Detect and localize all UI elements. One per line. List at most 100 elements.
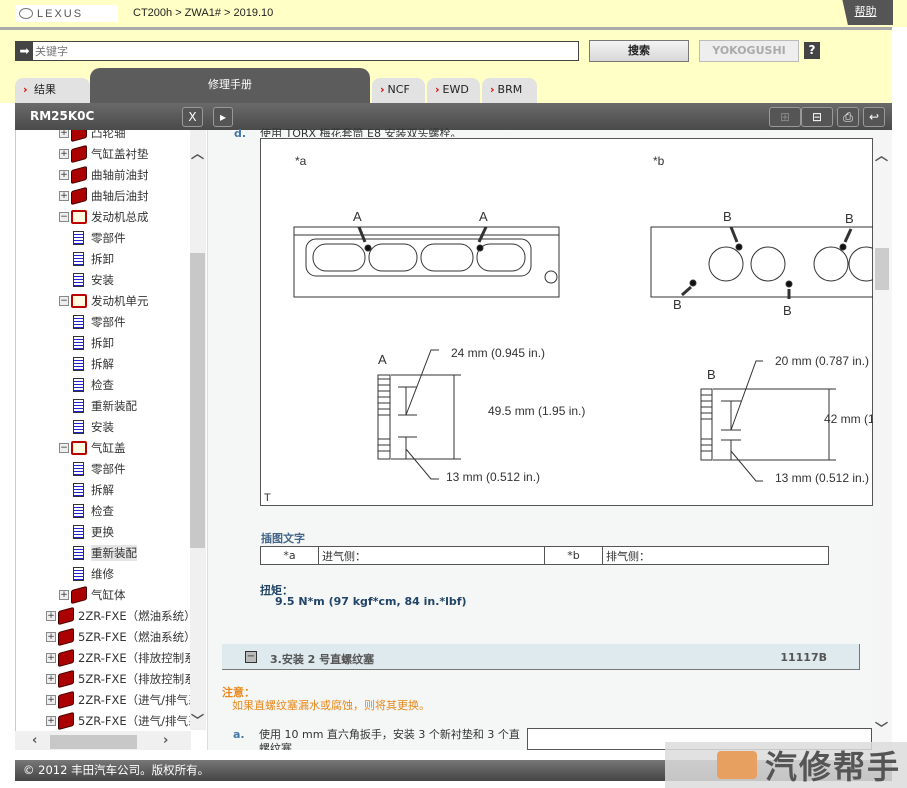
tab-results[interactable]: › 结果 — [15, 78, 90, 103]
document-icon — [73, 252, 84, 266]
tree-item[interactable]: 重新装配 — [71, 543, 137, 563]
return-icon: ↩ — [868, 110, 880, 124]
tree-item[interactable]: +2ZR-FXE（燃油系统） — [46, 606, 196, 626]
document-icon — [73, 483, 84, 497]
search-button[interactable]: 搜索 — [589, 40, 689, 62]
tree-item[interactable]: 安装 — [71, 417, 114, 437]
document-icon — [73, 462, 84, 476]
expand-icon[interactable]: + — [46, 611, 56, 621]
expand-icon[interactable]: + — [59, 149, 69, 159]
book-icon — [71, 144, 87, 164]
tree-item[interactable]: 零部件 — [71, 312, 126, 332]
intake-side-head — [293, 226, 560, 298]
chevron-down-icon[interactable]: ﹀ — [191, 710, 204, 729]
tree-item[interactable]: − 发动机总成 — [59, 207, 149, 227]
document-icon — [73, 336, 84, 350]
b-bottom-dimension: 13 mm (0.512 in.) — [775, 471, 869, 485]
book-icon — [58, 711, 74, 731]
b-top-dimension: 20 mm (0.787 in.) — [775, 354, 869, 368]
tree-item[interactable]: + 气缸盖衬垫 — [59, 144, 149, 164]
tree-item[interactable]: 安装 — [71, 270, 114, 290]
collapse-icon[interactable]: − — [245, 651, 257, 663]
tree-hscroll-thumb[interactable] — [50, 735, 137, 749]
tree-item[interactable]: +5ZR-FXE（排放控制系 — [46, 669, 196, 689]
minus-box-icon: ⊟ — [811, 110, 823, 124]
tree-item[interactable]: 检查 — [71, 375, 114, 395]
expand-panel-button[interactable]: ▸ — [213, 107, 233, 127]
expand-all-button[interactable]: ⊞ — [769, 107, 801, 127]
tree-item[interactable]: +2ZR-FXE（进气/排气系 — [46, 690, 200, 710]
prev-step-marker: d. — [234, 127, 247, 137]
tree-item[interactable]: + 气缸体 — [59, 585, 126, 605]
collapse-icon[interactable]: − — [59, 296, 69, 306]
collapse-all-button[interactable]: ⊟ — [801, 107, 833, 127]
expand-icon[interactable]: + — [46, 674, 56, 684]
chevron-right-icon[interactable]: › — [163, 733, 168, 748]
tree-item[interactable]: 拆解 — [71, 354, 114, 374]
collapse-icon[interactable]: − — [59, 212, 69, 222]
tree-item[interactable]: + 曲轴前油封 — [59, 165, 149, 185]
notice-text: 如果直螺纹塞漏水或腐蚀，则将其更换。 — [232, 699, 430, 712]
expand-icon[interactable]: + — [46, 653, 56, 663]
chevron-up-icon[interactable]: ︿ — [191, 143, 204, 162]
collapse-icon[interactable]: − — [59, 443, 69, 453]
label-A-2: A — [479, 209, 488, 224]
tree-item[interactable]: 维修 — [71, 564, 114, 584]
step-3-header[interactable]: − 3.安装 2 号直螺纹塞 11117B — [222, 644, 860, 670]
tree-scroll-thumb[interactable] — [190, 253, 205, 548]
tab-label: BRM — [497, 83, 523, 96]
chevron-down-icon[interactable]: ﹀ — [875, 718, 888, 737]
tree-item[interactable]: +5ZR-FXE（燃油系统） — [46, 627, 196, 647]
chevron-left-icon[interactable]: ‹ — [32, 733, 37, 748]
expand-icon[interactable]: + — [46, 716, 56, 726]
tree-item[interactable]: 拆解 — [71, 480, 114, 500]
tab-ncf[interactable]: › NCF — [372, 78, 425, 103]
expand-icon[interactable]: + — [59, 130, 69, 138]
tree-item[interactable]: 检查 — [71, 501, 114, 521]
tree-item[interactable]: +2ZR-FXE（排放控制系 — [46, 648, 196, 668]
content-vertical-scrollbar[interactable] — [873, 130, 890, 750]
expand-icon[interactable]: + — [46, 632, 56, 642]
tree-item-label: 5ZR-FXE（排放控制系 — [78, 672, 196, 686]
step-a-text: 使用 10 mm 直六角扳手，安装 3 个新衬垫和 3 个直螺纹塞 — [259, 728, 520, 750]
tree-item[interactable]: 更换 — [71, 522, 114, 542]
tree-item[interactable]: + 曲轴后油封 — [59, 186, 149, 206]
tab-label: NCF — [387, 83, 410, 96]
tree-item[interactable]: − 发动机单元 — [59, 291, 149, 311]
tab-brm[interactable]: › BRM — [482, 78, 537, 103]
expand-icon[interactable]: + — [59, 590, 69, 600]
tree-item[interactable]: 拆卸 — [71, 333, 114, 353]
tree-item[interactable]: 重新装配 — [71, 396, 137, 416]
expand-icon[interactable]: + — [46, 695, 56, 705]
tree-item-label: 拆卸 — [91, 252, 114, 266]
tree-item[interactable]: 零部件 — [71, 228, 126, 248]
book-icon — [71, 165, 87, 185]
search-input[interactable] — [33, 44, 553, 58]
tree-item[interactable]: 拆卸 — [71, 249, 114, 269]
watermark-text: 汽修帮手 — [764, 748, 901, 786]
tree-item-label: 气缸盖衬垫 — [91, 147, 149, 161]
tree-item[interactable]: +5ZR-FXE（进气/排气系 — [46, 711, 200, 731]
close-panel-button[interactable]: X — [182, 107, 203, 127]
tab-ewd[interactable]: › EWD — [427, 78, 480, 103]
document-icon — [73, 504, 84, 518]
chevron-right-icon: › — [435, 83, 440, 96]
yokogushi-button[interactable]: YOKOGUSHI — [699, 40, 799, 62]
arrow-right-icon[interactable]: ➡ — [16, 42, 33, 60]
chevron-right-icon: › — [380, 83, 385, 96]
return-button[interactable]: ↩ — [863, 107, 885, 127]
content-scroll-thumb[interactable] — [875, 248, 889, 290]
expand-icon[interactable]: + — [59, 191, 69, 201]
chevron-up-icon[interactable]: ︿ — [875, 145, 888, 164]
help-question-button[interactable]: ? — [804, 42, 820, 59]
tree-item[interactable]: 零部件 — [71, 459, 126, 479]
tab-repair-manual[interactable]: 修理手册 — [90, 68, 370, 103]
tree-item[interactable]: − 气缸盖 — [59, 438, 126, 458]
tree-item-label: 拆解 — [91, 483, 114, 497]
tree-item-label: 检查 — [91, 378, 114, 392]
search-field[interactable]: ➡ — [15, 41, 579, 61]
print-button[interactable]: ⎙ — [837, 107, 859, 127]
label-B-3: B — [673, 297, 682, 312]
tree-item[interactable]: + 凸轮轴 — [59, 130, 126, 143]
expand-icon[interactable]: + — [59, 170, 69, 180]
